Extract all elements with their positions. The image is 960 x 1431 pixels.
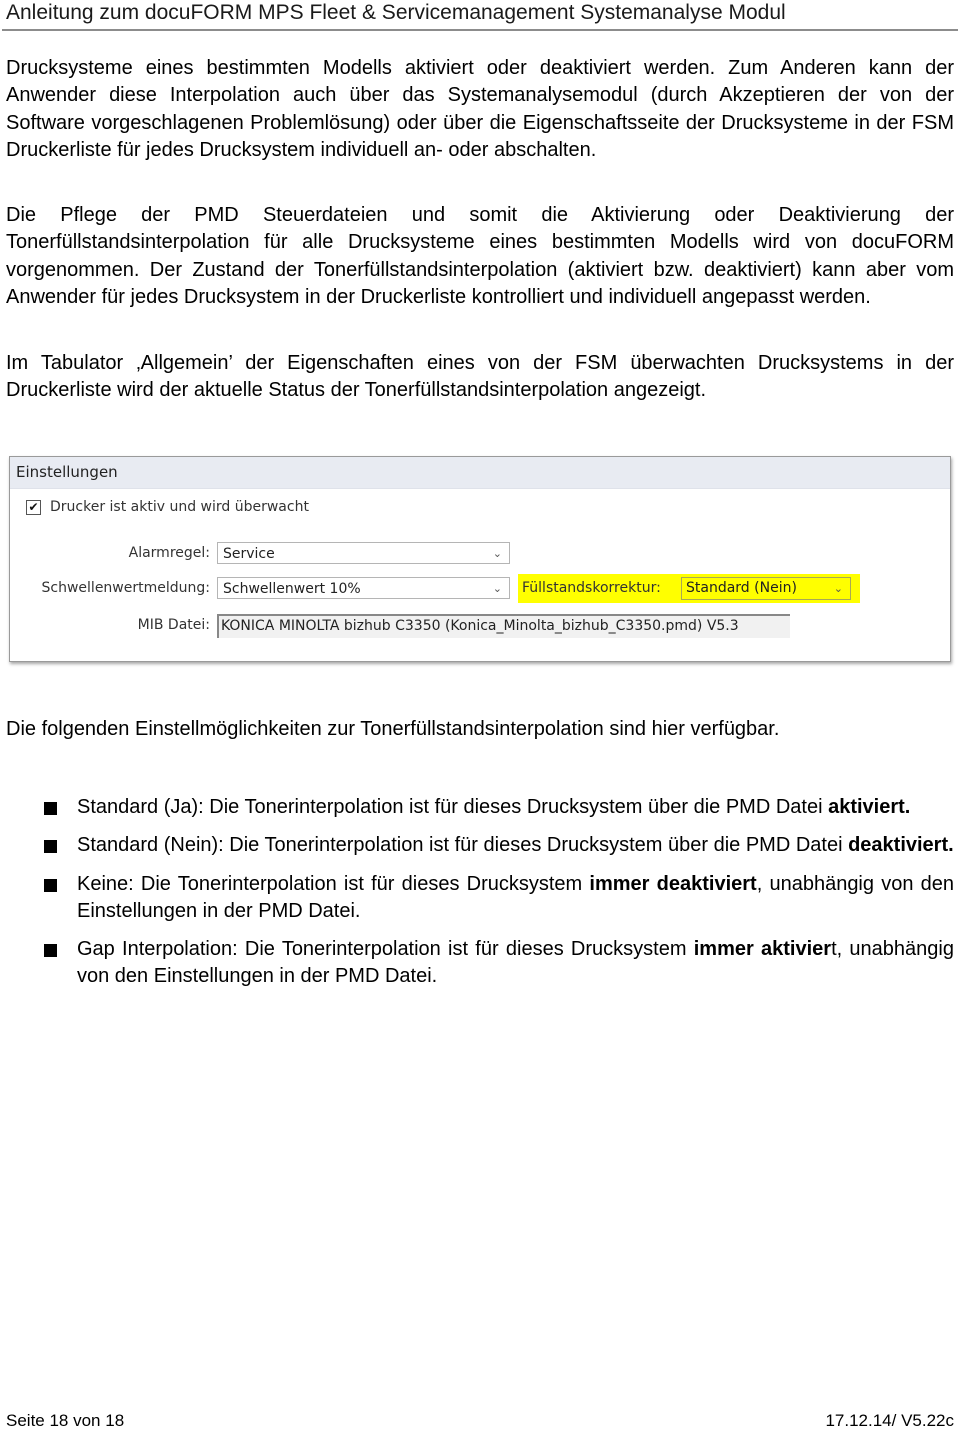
fill-correction-highlight: Füllstandskorrektur: Standard (Nein) ⌄ — [518, 574, 860, 603]
printer-active-label: Drucker ist aktiv und wird überwacht — [50, 499, 309, 515]
footer-version: 17.12.14/ V5.22c — [825, 1411, 954, 1430]
printer-active-row[interactable]: ✔ Drucker ist aktiv und wird überwacht — [26, 499, 309, 515]
alarm-rule-value: Service — [223, 546, 275, 562]
chevron-down-icon: ⌄ — [492, 582, 502, 595]
list-item-keine: Keine: Die Tonerinterpolation ist für di… — [0, 871, 954, 926]
bullet-square-icon — [44, 840, 57, 854]
threshold-label: Schwellenwertmeldung: — [41, 580, 210, 596]
footer-page-number: Seite 18 von 18 — [6, 1411, 125, 1430]
header-divider — [2, 29, 958, 31]
chevron-down-icon: ⌄ — [833, 582, 843, 595]
list-item-text: Keine: Die Tonerinterpolation ist für di… — [77, 872, 590, 895]
threshold-select[interactable]: Schwellenwert 10% ⌄ — [217, 577, 510, 599]
fill-correction-select[interactable]: Standard (Nein) ⌄ — [681, 577, 851, 600]
list-item-emphasis: immer aktivier — [693, 938, 832, 961]
paragraph-options-intro: Die folgenden Einstellmöglichkeiten zur … — [6, 718, 780, 740]
mib-file-label: MIB Datei: — [137, 617, 210, 633]
settings-panel-title: Einstellungen — [10, 457, 950, 489]
threshold-value: Schwellenwert 10% — [223, 581, 361, 597]
chevron-down-icon: ⌄ — [492, 547, 502, 560]
paragraph-interpolation-intro: Drucksysteme eines bestimmten Modells ak… — [6, 57, 954, 161]
settings-panel-screenshot: Einstellungen ✔ Drucker ist aktiv und wi… — [9, 456, 951, 662]
paragraph-pmd-maintenance: Die Pflege der PMD Steuerdateien und som… — [6, 204, 954, 308]
alarm-rule-select[interactable]: Service ⌄ — [217, 542, 510, 564]
list-item-text: Standard (Nein): Die Tonerinterpolation … — [77, 834, 849, 857]
bullet-square-icon — [44, 878, 57, 892]
list-item-text: Standard (Ja): Die Tonerinterpolation is… — [77, 796, 829, 818]
paragraph-general-tab: Im Tabulator ‚Allgemein’ der Eigenschaft… — [6, 352, 954, 402]
fill-correction-label: Füllstandskorrektur: — [522, 580, 661, 596]
mib-file-field: KONICA MINOLTA bizhub C3350 (Konica_Mino… — [217, 614, 790, 638]
printer-active-checkbox[interactable]: ✔ — [26, 499, 41, 515]
alarm-rule-label: Alarmregel: — [128, 545, 210, 561]
bullet-square-icon — [44, 802, 57, 815]
bullet-square-icon — [44, 944, 57, 958]
list-item-standard-ja: Standard (Ja): Die Tonerinterpolation is… — [0, 794, 954, 821]
checkmark-icon: ✔ — [28, 500, 39, 514]
list-item-standard-nein: Standard (Nein): Die Tonerinterpolation … — [0, 832, 954, 859]
list-item-gap-interpolation: Gap Interpolation: Die Tonerinterpolatio… — [0, 936, 954, 991]
list-item-text: Gap Interpolation: Die Tonerinterpolatio… — [77, 938, 694, 961]
document-header-title: Anleitung zum docuFORM MPS Fleet & Servi… — [6, 1, 786, 24]
list-item-emphasis: deaktiviert. — [848, 834, 954, 857]
list-item-emphasis: immer deaktiviert — [589, 872, 757, 895]
interpolation-options-list: Standard (Ja): Die Tonerinterpolation is… — [0, 794, 960, 1002]
list-item-emphasis: aktiviert. — [828, 796, 911, 818]
fill-correction-value: Standard (Nein) — [686, 580, 797, 596]
